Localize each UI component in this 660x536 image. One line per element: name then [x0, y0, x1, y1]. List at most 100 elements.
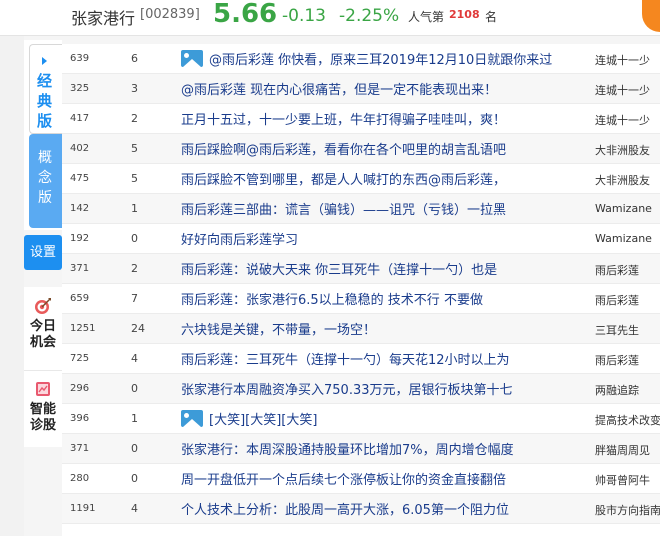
post-author-link[interactable]: Wamizane [595, 202, 660, 215]
post-row[interactable]: 475 5 雨后踩脸不管到哪里，都是人人喊打的东西@雨后彩莲， 大非洲股友 [62, 164, 660, 194]
post-author-link[interactable]: 连城十一少 [595, 52, 660, 68]
read-count: 475 [70, 173, 90, 184]
post-title-link[interactable]: @雨后彩莲 你快看，原来三耳2019年12月10日就跟你来过 [181, 49, 591, 68]
post-title-link[interactable]: [大笑][大笑][大笑] [181, 409, 591, 428]
read-count: 659 [70, 293, 90, 304]
post-title-text: @雨后彩莲 现在内心很痛苦，但是一定不能表现出来！ [181, 83, 498, 98]
triangle-right-icon [42, 57, 47, 65]
post-title-text: [大笑][大笑][大笑] [209, 413, 318, 428]
post-author-link[interactable]: 帅哥曾阿牛 [595, 472, 660, 488]
reply-count: 7 [131, 292, 138, 305]
post-row[interactable]: 1191 4 个人技术上分析：此股周一高开大涨，6.05第一个阻力位 股市方向指南 [62, 494, 660, 524]
post-title-link[interactable]: 六块钱是关键，不带量，一场空！ [181, 319, 591, 338]
smart-diagnosis-label: 智能诊股 [29, 402, 56, 433]
divider [24, 370, 62, 371]
post-title-link[interactable]: 周一开盘低开一个点后续七个涨停板让你的资金直接翻倍 [181, 469, 591, 488]
post-row[interactable]: 396 1 [大笑][大笑][大笑] 提高技术改变 [62, 404, 660, 434]
post-author-link[interactable]: 胖猫周周见 [595, 442, 660, 458]
stock-name: 张家港行 [71, 9, 136, 28]
read-count: 325 [70, 83, 90, 94]
post-author-link[interactable]: 大非洲股友 [595, 142, 660, 158]
price-change: -0.13 [282, 6, 326, 26]
post-title-link[interactable]: 雨后彩莲：张家港行6.5以上稳稳的 技术不行 不要做 [181, 289, 591, 308]
tab-concept-version[interactable]: 概念版 [29, 134, 62, 228]
post-author-link[interactable]: 雨后彩莲 [595, 262, 660, 278]
post-title-link[interactable]: @雨后彩莲 现在内心很痛苦，但是一定不能表现出来！ [181, 79, 591, 98]
image-icon [181, 410, 203, 427]
post-row[interactable]: 725 4 雨后彩莲：三耳死牛（连撑十一勺）每天花12小时以上为 雨后彩莲 [62, 344, 660, 374]
post-author-link[interactable]: 大非洲股友 [595, 172, 660, 188]
image-icon [181, 50, 203, 67]
tab-classic-version[interactable]: 经典版 [29, 44, 62, 134]
post-title-text: 个人技术上分析：此股周一高开大涨，6.05第一个阻力位 [181, 503, 509, 518]
post-author-link[interactable]: 两融追踪 [595, 382, 660, 398]
reply-count: 2 [131, 112, 138, 125]
post-title-text: 张家港行本周融资净买入750.33万元，居银行板块第十七 [181, 383, 513, 398]
left-gutter [0, 36, 24, 536]
post-row[interactable]: 639 6 @雨后彩莲 你快看，原来三耳2019年12月10日就跟你来过 连城十一少 [62, 44, 660, 74]
post-title-text: 好好向雨后彩莲学习 [181, 233, 299, 248]
post-title-link[interactable]: 雨后彩莲三部曲：谎言（骗钱）——诅咒（亏钱）一拉黑 [181, 199, 591, 218]
post-title-link[interactable]: 张家港行本周融资净买入750.33万元，居银行板块第十七 [181, 379, 591, 398]
read-count: 1251 [70, 323, 96, 334]
post-title-link[interactable]: 张家港行：本周深股通持股量环比增加7%，周内增仓幅度 [181, 439, 591, 458]
post-title-link[interactable]: 好好向雨后彩莲学习 [181, 229, 591, 248]
post-author-link[interactable]: 提高技术改变 [595, 412, 660, 428]
settings-button[interactable]: 设置 [24, 235, 62, 270]
post-title-link[interactable]: 雨后彩莲：三耳死牛（连撑十一勺）每天花12小时以上为 [181, 349, 591, 368]
post-row[interactable]: 192 0 好好向雨后彩莲学习 Wamizane [62, 224, 660, 254]
post-title-link[interactable]: 雨后踩脸啊@雨后彩莲，看看你在各个吧里的胡言乱语吧 [181, 139, 591, 158]
read-count: 371 [70, 263, 90, 274]
tab-classic-label: 经典版 [37, 72, 53, 130]
reply-count: 1 [131, 202, 138, 215]
reply-count: 4 [131, 502, 138, 515]
post-author-link[interactable]: 三耳先生 [595, 322, 660, 338]
read-count: 402 [70, 143, 90, 154]
reply-count: 6 [131, 52, 138, 65]
post-row[interactable]: 371 0 张家港行：本周深股通持股量环比增加7%，周内增仓幅度 胖猫周周见 [62, 434, 660, 464]
post-title-text: 雨后踩脸不管到哪里，都是人人喊打的东西@雨后彩莲， [181, 173, 507, 188]
read-count: 371 [70, 443, 90, 454]
post-row[interactable]: 296 0 张家港行本周融资净买入750.33万元，居银行板块第十七 两融追踪 [62, 374, 660, 404]
post-title-text: 雨后踩脸啊@雨后彩莲，看看你在各个吧里的胡言乱语吧 [181, 143, 507, 158]
post-author-link[interactable]: 雨后彩莲 [595, 292, 660, 308]
post-title-link[interactable]: 雨后踩脸不管到哪里，都是人人喊打的东西@雨后彩莲， [181, 169, 591, 188]
post-list: 639 6 @雨后彩莲 你快看，原来三耳2019年12月10日就跟你来过 连城十一少 3… [62, 44, 660, 536]
post-row[interactable]: 142 1 雨后彩莲三部曲：谎言（骗钱）——诅咒（亏钱）一拉黑 Wamizane [62, 194, 660, 224]
popularity-unit: 名 [485, 10, 498, 24]
read-count: 639 [70, 53, 90, 64]
post-row[interactable]: 325 3 @雨后彩莲 现在内心很痛苦，但是一定不能表现出来！ 连城十一少 [62, 74, 660, 104]
reply-count: 1 [131, 412, 138, 425]
post-title-link[interactable]: 正月十五过，十一少要上班，牛年打得骗子哇哇叫，爽！ [181, 109, 591, 128]
today-chance-button[interactable]: 今日机会 [24, 297, 62, 351]
reply-count: 5 [131, 172, 138, 185]
smart-diagnosis-button[interactable]: 智能诊股 [24, 380, 62, 434]
post-row[interactable]: 280 0 周一开盘低开一个点后续七个涨停板让你的资金直接翻倍 帅哥曾阿牛 [62, 464, 660, 494]
post-title-text: 雨后彩莲：说破大天来 你三耳死牛（连撑十一勺）也是 [181, 263, 498, 278]
post-author-link[interactable]: 股市方向指南 [595, 502, 660, 518]
post-row[interactable]: 417 2 正月十五过，十一少要上班，牛年打得骗子哇哇叫，爽！ 连城十一少 [62, 104, 660, 134]
post-author-link[interactable]: 雨后彩莲 [595, 352, 660, 368]
price-change-percent: -2.25% [339, 6, 400, 26]
reply-count: 0 [131, 442, 138, 455]
post-author-link[interactable]: 连城十一少 [595, 82, 660, 98]
post-title-link[interactable]: 雨后彩莲：说破大天来 你三耳死牛（连撑十一勺）也是 [181, 259, 591, 278]
post-row[interactable]: 371 2 雨后彩莲：说破大天来 你三耳死牛（连撑十一勺）也是 雨后彩莲 [62, 254, 660, 284]
post-author-link[interactable]: Wamizane [595, 232, 660, 245]
reply-count: 0 [131, 232, 138, 245]
post-title-link[interactable]: 个人技术上分析：此股周一高开大涨，6.05第一个阻力位 [181, 499, 591, 518]
post-row[interactable]: 659 7 雨后彩莲：张家港行6.5以上稳稳的 技术不行 不要做 雨后彩莲 [62, 284, 660, 314]
read-count: 396 [70, 413, 90, 424]
post-row[interactable] [62, 524, 660, 536]
app-root: 张家港行 [002839] 5.66 -0.13 -2.25% 人气第 2108… [0, 0, 660, 536]
post-author-link[interactable]: 连城十一少 [595, 112, 660, 128]
target-icon [35, 298, 51, 314]
post-row[interactable]: 402 5 雨后踩脸啊@雨后彩莲，看看你在各个吧里的胡言乱语吧 大非洲股友 [62, 134, 660, 164]
read-count: 417 [70, 113, 90, 124]
reply-count: 5 [131, 142, 138, 155]
orange-corner-button[interactable] [642, 0, 660, 32]
post-row[interactable]: 1251 24 六块钱是关键，不带量，一场空！ 三耳先生 [62, 314, 660, 344]
post-title-text: 雨后彩莲：张家港行6.5以上稳稳的 技术不行 不要做 [181, 293, 483, 308]
reply-count: 3 [131, 82, 138, 95]
today-chance-label: 今日机会 [29, 319, 56, 350]
